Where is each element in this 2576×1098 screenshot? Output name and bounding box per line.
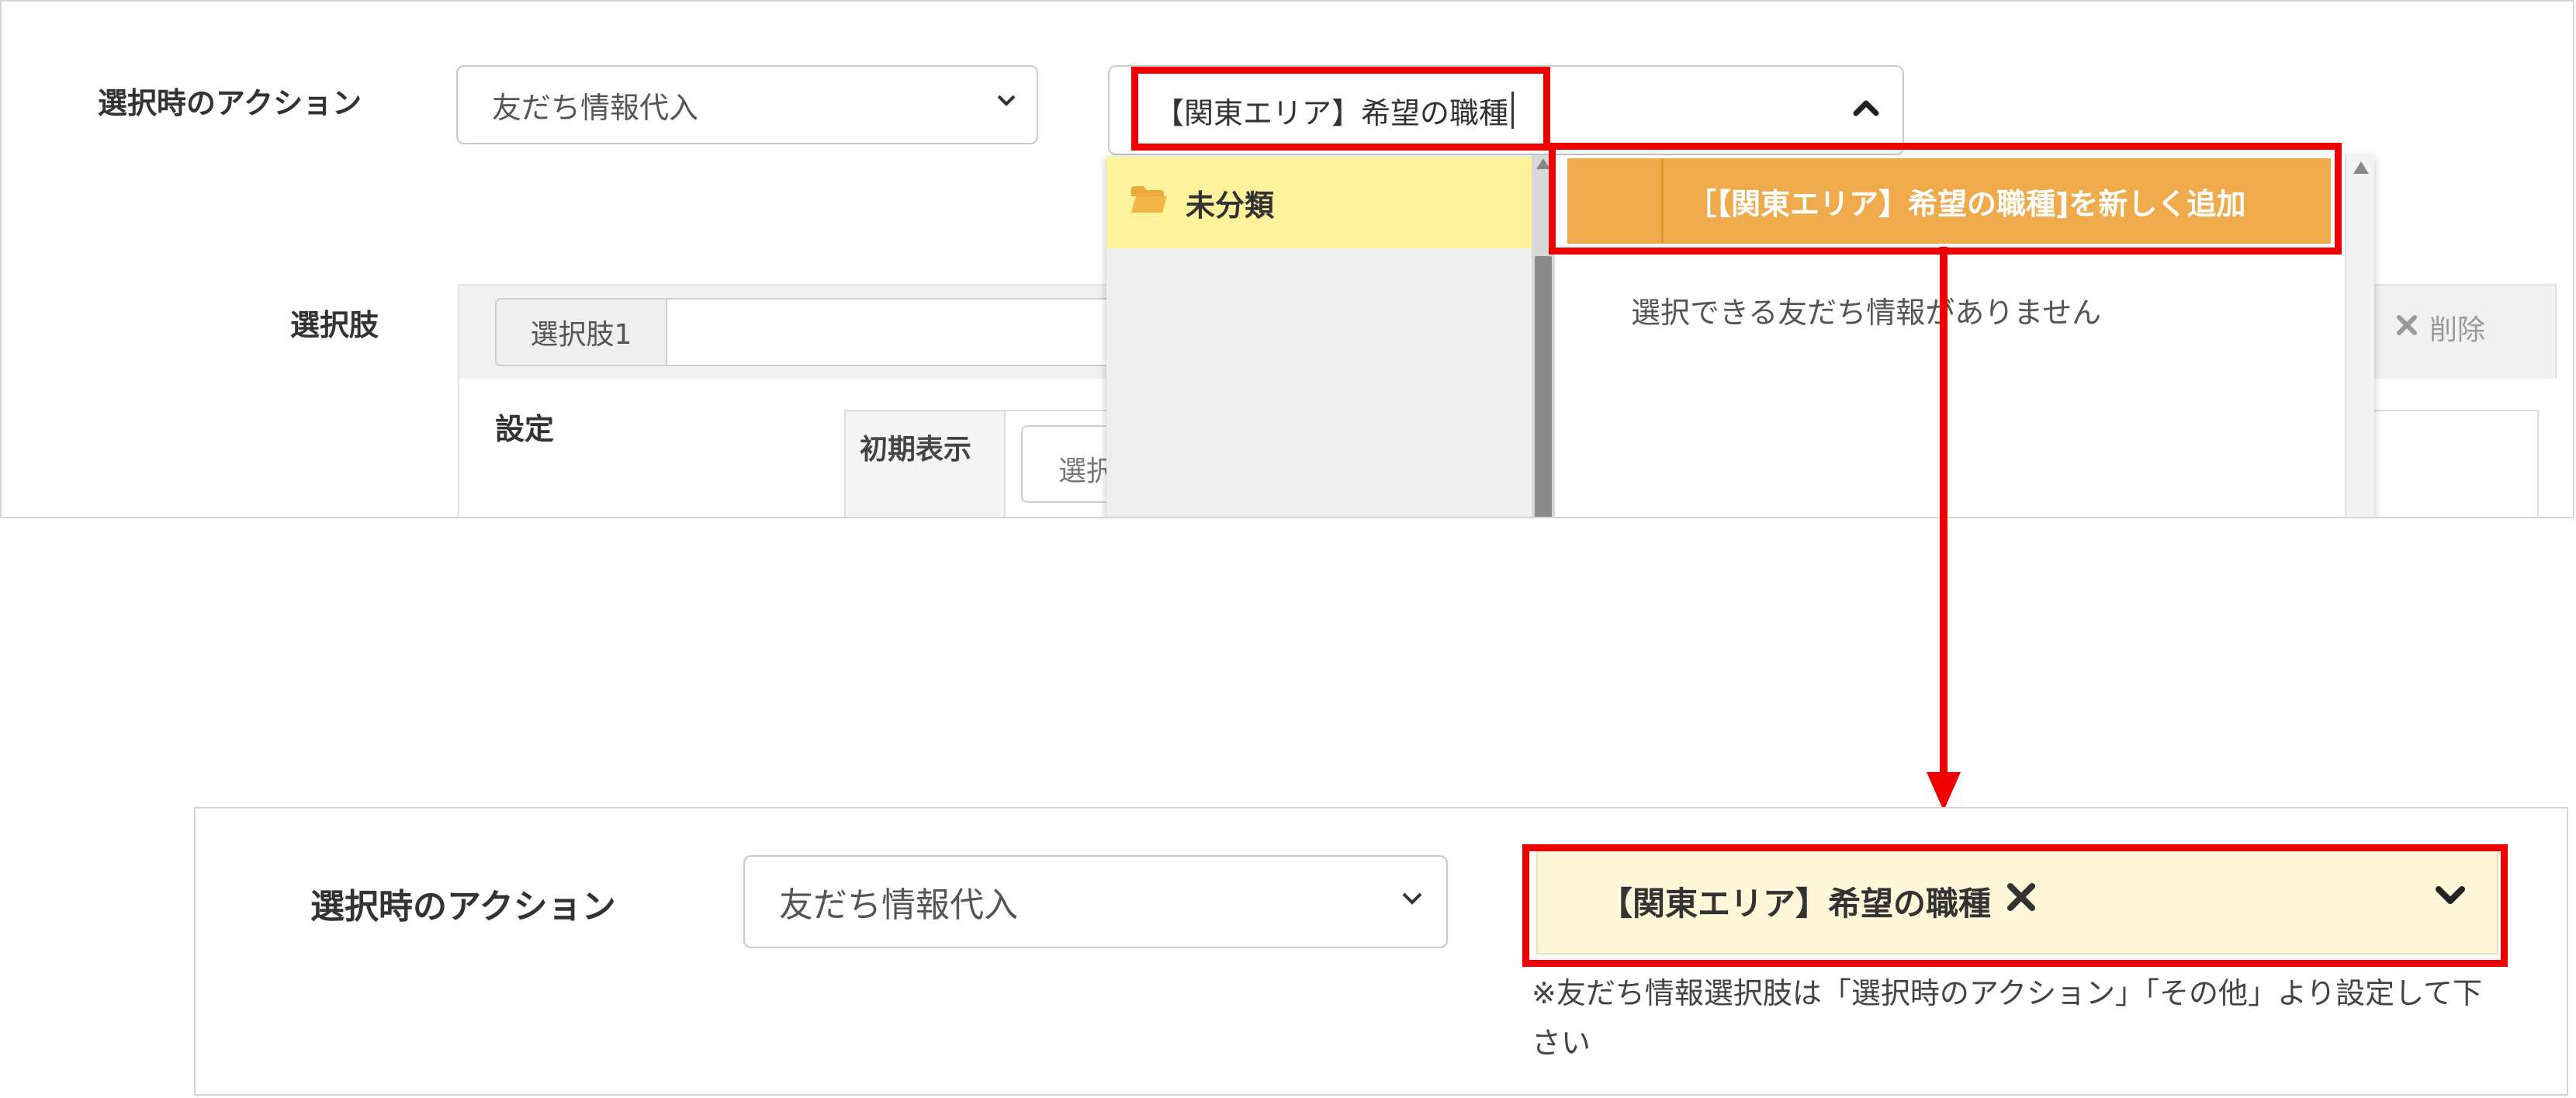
empty-message: 選択できる友だち情報がありません xyxy=(1631,296,2102,330)
action-select[interactable]: 友だち情報代入 xyxy=(743,855,1448,948)
folder-label: 未分類 xyxy=(1186,188,1275,223)
action-select[interactable]: 友だち情報代入 xyxy=(456,65,1038,144)
choice-input[interactable] xyxy=(667,298,1133,366)
add-new-option[interactable]: ［【関東エリア】希望の職種]を新しく追加 xyxy=(1567,158,2331,244)
add-new-swatch xyxy=(1567,158,1664,244)
folder-list: 未分類 xyxy=(1106,155,1532,517)
scroll-up-arrow-icon xyxy=(2353,161,2369,174)
add-new-label: ［【関東エリア】希望の職種]を新しく追加 xyxy=(1687,186,2246,221)
chevron-down-icon xyxy=(1401,891,1423,906)
search-input-value: 【関東エリア】希望の職種 xyxy=(1155,95,1509,130)
delete-label: 削除 xyxy=(2429,314,2486,346)
chevron-up-icon[interactable] xyxy=(1853,98,1879,116)
close-icon xyxy=(2395,312,2418,344)
chevron-down-icon xyxy=(996,93,1016,107)
settings-label: 設定 xyxy=(495,412,555,446)
text-cursor xyxy=(1511,92,1515,129)
action-label: 選択時のアクション xyxy=(310,887,616,927)
scroll-up-arrow-icon xyxy=(1536,158,1550,169)
clear-icon[interactable] xyxy=(2005,881,2038,922)
arrow-head-icon xyxy=(1927,772,1961,811)
choice-tab[interactable]: 選択肢1 xyxy=(495,298,667,366)
folder-item-uncategorized[interactable]: 未分類 xyxy=(1106,157,1532,248)
selected-value: 【関東エリア】希望の職種 xyxy=(1600,884,1992,923)
help-note: ※友だち情報選択肢は「選択時のアクション」「その他」より設定して下さい xyxy=(1532,976,2483,1060)
scrollbar-thumb[interactable] xyxy=(1535,256,1552,517)
action-select-value: 友だち情報代入 xyxy=(779,885,1018,925)
initial-display-label: 初期表示 xyxy=(846,411,1006,517)
folder-scrollbar[interactable] xyxy=(1532,155,1555,517)
option-list: ［【関東エリア】希望の職種]を新しく追加 選択できる友だち情報がありません xyxy=(1556,155,2345,517)
friend-info-dropdown: 未分類 ［【関東エリア】希望の職種]を新しく追加 選択できる友だち情報がありませ… xyxy=(1106,155,2374,517)
option-scrollbar[interactable] xyxy=(2345,155,2374,517)
folder-open-icon xyxy=(1130,185,1169,221)
arrow-line xyxy=(1940,247,1948,774)
top-panel: 選択時のアクション 友だち情報代入 選択肢 選択肢1 削除 設定 初期表示 選択… xyxy=(0,0,2574,518)
action-label: 選択時のアクション xyxy=(98,86,362,120)
friend-info-selected[interactable]: 【関東エリア】希望の職種 xyxy=(1536,847,2498,954)
friend-info-search[interactable]: 【関東エリア】希望の職種 xyxy=(1108,65,1904,155)
chevron-down-icon[interactable] xyxy=(2435,885,2466,906)
bottom-panel: 選択時のアクション 友だち情報代入 【関東エリア】希望の職種 ※友だち情報選択肢… xyxy=(194,807,2568,1096)
delete-button[interactable]: 削除 xyxy=(2395,307,2485,348)
action-select-value: 友だち情報代入 xyxy=(492,90,699,125)
choices-label: 選択肢 xyxy=(290,308,379,342)
